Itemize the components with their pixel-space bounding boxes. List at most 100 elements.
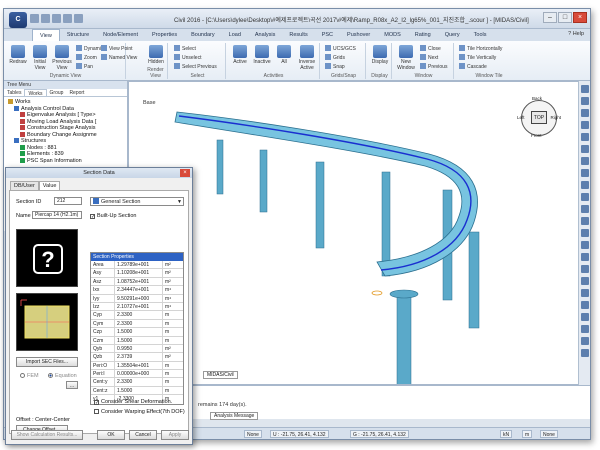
close-window-button[interactable]: Close [420,45,441,52]
view-cube[interactable]: TOP Back Front Left Right [517,96,561,142]
tab-load[interactable]: Load [222,29,248,41]
tab-psc[interactable]: PSC [315,29,340,41]
tool-icon[interactable] [580,229,589,237]
tool-icon[interactable] [580,265,589,273]
initial-view-button[interactable]: Initial View [30,45,50,71]
unselect-button[interactable]: Unselect [174,54,201,61]
model-viewport[interactable]: Base TOP Back Front Left Right MIDAS/Civ… [128,81,580,385]
maximize-button[interactable]: □ [558,12,572,23]
display-button[interactable]: Display [370,45,390,65]
view-cube-top[interactable]: TOP [531,111,547,124]
previous-window-button[interactable]: Previous [420,63,447,70]
previous-view-button[interactable]: Previous View [52,45,72,71]
fem-radio[interactable]: FEM [20,373,39,379]
tool-icon[interactable] [580,217,589,225]
tool-icon[interactable] [580,301,589,309]
zoom-button[interactable]: Zoom [76,54,97,61]
tool-icon[interactable] [580,337,589,345]
tree-tab-group[interactable]: Group [47,89,67,96]
tab-analysis[interactable]: Analysis [248,29,282,41]
tool-icon[interactable] [580,133,589,141]
tool-icon[interactable] [580,349,589,357]
apply-button[interactable]: Apply [161,430,189,440]
tab-boundary[interactable]: Boundary [184,29,222,41]
tool-icon[interactable] [580,169,589,177]
save-icon[interactable] [52,14,61,23]
tab-structure[interactable]: Structure [60,29,96,41]
shear-deformation-checkbox[interactable]: ✓ Consider Shear Deformation. [94,399,172,406]
tree-tab-tables[interactable]: Tables [4,89,24,96]
tab-tools[interactable]: Tools [467,29,494,41]
undo-icon[interactable] [63,14,72,23]
warping-effect-checkbox[interactable]: Consider Warping Effect(7th DOF) [94,409,185,415]
tree-item[interactable]: PSC Span Information [6,157,125,165]
view-point-button[interactable]: View Point [101,45,133,52]
close-button[interactable]: × [573,12,587,23]
open-icon[interactable] [41,14,50,23]
tool-icon[interactable] [580,241,589,249]
view-cube-right[interactable]: Right [550,115,561,120]
tree-tab-works[interactable]: Works [24,89,47,97]
tool-icon[interactable] [580,97,589,105]
redraw-button[interactable]: Redraw [8,45,28,65]
tree-tab-report[interactable]: Report [66,89,87,96]
next-window-button[interactable]: Next [420,54,438,61]
help-link[interactable]: ? Help [568,31,584,37]
tool-icon[interactable] [580,313,589,321]
snap-button[interactable]: Snap [325,63,345,70]
tool-icon[interactable] [580,193,589,201]
app-logo[interactable]: C [9,12,27,28]
tool-icon[interactable] [580,109,589,117]
tab-db-user[interactable]: DB/User [10,181,39,190]
tool-icon[interactable] [580,205,589,213]
minimize-button[interactable]: – [543,12,557,23]
hidden-button[interactable]: Hidden [146,45,166,65]
tool-icon[interactable] [580,145,589,153]
select-previous-button[interactable]: Select Previous [174,63,217,70]
cancel-button[interactable]: Cancel [129,430,157,440]
section-type-select[interactable]: General Section ▼ [90,197,184,206]
import-sec-files-button[interactable]: Import SEC Files... [16,357,78,367]
all-button[interactable]: All [274,45,294,65]
tile-vertically-button[interactable]: Tile Vertically [459,54,496,61]
tab-node-element[interactable]: Node/Element [96,29,145,41]
tab-rating[interactable]: Rating [408,29,438,41]
tab-results[interactable]: Results [282,29,314,41]
tool-icon[interactable] [580,289,589,297]
dynamic-button[interactable]: Dynamic [76,45,103,52]
ucs-gcs-button[interactable]: UCS/GCS [325,45,356,52]
redo-icon[interactable] [74,14,83,23]
dialog-close-button[interactable]: × [180,169,190,177]
status-unit-force[interactable]: kN [500,430,513,438]
equation-options-button[interactable]: … [66,381,78,389]
view-cube-left[interactable]: Left [517,115,525,120]
tab-query[interactable]: Query [438,29,467,41]
document-tab[interactable]: MIDAS/Civil [203,371,238,379]
tool-icon[interactable] [580,325,589,333]
analysis-message-tab[interactable]: Analysis Message [210,412,259,420]
ok-button[interactable]: OK [97,430,125,440]
tab-view[interactable]: View [32,29,60,41]
tab-properties[interactable]: Properties [145,29,184,41]
tab-value[interactable]: Value [38,181,61,190]
cascade-button[interactable]: Cascade [459,63,487,70]
inverse-active-button[interactable]: Inverse Active [296,45,318,71]
built-up-checkbox[interactable]: ✓ Built-Up Section [90,213,136,220]
equation-radio[interactable]: Equation [48,373,77,379]
tool-icon[interactable] [580,277,589,285]
tile-horizontally-button[interactable]: Tile Horizontally [459,45,502,52]
new-icon[interactable] [30,14,39,23]
status-extra[interactable]: None [540,430,558,438]
tool-icon[interactable] [580,121,589,129]
pan-button[interactable]: Pan [76,63,93,70]
name-field[interactable]: Piercap 14 (H2.1m) [32,211,82,219]
tool-icon[interactable] [580,181,589,189]
tool-icon[interactable] [580,157,589,165]
view-cube-front[interactable]: Front [531,133,542,138]
status-unit-length[interactable]: m [522,430,533,438]
tab-pushover[interactable]: Pushover [340,29,377,41]
active-button[interactable]: Active [230,45,250,65]
grids-button[interactable]: Grids [325,54,345,61]
view-cube-back[interactable]: Back [532,96,542,101]
show-calculation-button[interactable]: Show Calculation Results... [11,430,83,440]
